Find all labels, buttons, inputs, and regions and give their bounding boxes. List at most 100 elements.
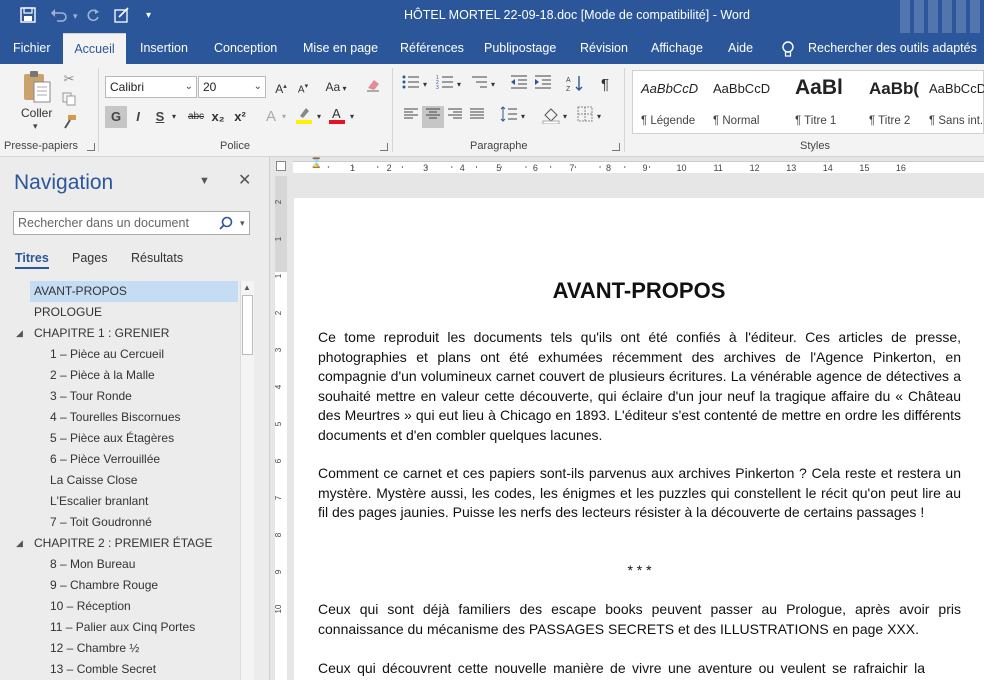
tab-pages[interactable]: Pages	[72, 251, 107, 265]
highlight-icon[interactable]	[293, 106, 315, 128]
clear-formatting-icon[interactable]	[362, 76, 384, 98]
borders-icon[interactable]	[574, 106, 596, 128]
numbering-icon[interactable]: 123	[434, 74, 456, 96]
heading-item[interactable]: AVANT-PROPOS	[30, 281, 238, 302]
heading-item[interactable]: La Caisse Close	[50, 470, 137, 491]
heading-item[interactable]: 7 – Toit Goudronné	[50, 512, 152, 533]
style-titre-1[interactable]: AaBl ¶ Titre 1	[787, 71, 857, 135]
tab-insertion[interactable]: Insertion	[140, 33, 188, 64]
copy-icon[interactable]	[58, 91, 80, 113]
heading-item[interactable]: 1 – Pièce au Cercueil	[50, 344, 164, 365]
text-effects-dropdown-icon[interactable]: ▾	[278, 106, 290, 128]
numbering-dropdown-icon[interactable]: ▾	[454, 74, 464, 96]
heading-item[interactable]: 10 – Réception	[50, 596, 131, 617]
line-spacing-icon[interactable]	[498, 106, 520, 128]
borders-dropdown-icon[interactable]: ▾	[594, 106, 604, 128]
scroll-thumb[interactable]	[242, 295, 253, 355]
tab-resultats[interactable]: Résultats	[131, 251, 183, 265]
heading-item[interactable]: 11 – Palier aux Cinq Portes	[50, 617, 195, 638]
bullets-dropdown-icon[interactable]: ▾	[420, 74, 430, 96]
align-left-icon[interactable]	[400, 106, 422, 128]
highlight-dropdown-icon[interactable]: ▾	[313, 106, 325, 128]
heading-item[interactable]: 6 – Pièce Verrouillée	[50, 449, 160, 470]
pane-options-icon[interactable]: ▼	[199, 175, 210, 187]
paragraph[interactable]: Comment ce carnet et ces papiers sont-il…	[318, 464, 961, 523]
style-normal[interactable]: AaBbCcD ¶ Normal	[705, 71, 791, 135]
bullets-icon[interactable]	[400, 74, 422, 96]
style-sans-interligne[interactable]: AaBbCcD ¶ Sans int...	[921, 71, 984, 135]
tab-references[interactable]: Références	[400, 33, 464, 64]
heading-item[interactable]: 5 – Pièce aux Étagères	[50, 428, 174, 449]
line-spacing-dropdown-icon[interactable]: ▾	[518, 106, 528, 128]
paragraph[interactable]: Ceux qui sont déjà familiers des escape …	[318, 600, 961, 639]
shrink-font-icon[interactable]: A▾	[292, 76, 314, 98]
heading-item[interactable]: PROLOGUE	[34, 302, 102, 323]
paragraph[interactable]: Ceux qui découvrent cette nouvelle maniè…	[318, 659, 961, 680]
heading-item[interactable]: L'Escalier branlant	[50, 491, 148, 512]
font-size-combo[interactable]: 20 ⌄	[198, 76, 266, 98]
tab-accueil[interactable]: Accueil	[63, 33, 126, 64]
superscript-button[interactable]: x²	[229, 106, 251, 128]
close-icon[interactable]: ✕	[238, 170, 251, 190]
heading-item[interactable]: 12 – Chambre ½	[50, 638, 139, 659]
indent-marker-icon[interactable]: ⌛	[310, 158, 322, 169]
paste-dropdown-icon[interactable]: ▾	[33, 121, 38, 132]
tab-aide[interactable]: Aide	[728, 33, 753, 64]
change-case-button[interactable]: Aa ▾	[322, 76, 350, 98]
paragraph-launcher-icon[interactable]	[612, 143, 620, 151]
tab-affichage[interactable]: Affichage	[651, 33, 703, 64]
cut-icon[interactable]: ✂	[58, 68, 80, 90]
search-input[interactable]: Rechercher dans un document ▾	[13, 211, 250, 235]
tab-selector-icon[interactable]	[276, 161, 286, 171]
format-painter-icon[interactable]	[58, 114, 80, 136]
horizontal-ruler[interactable]: 1 2 3 4 5 6 7 8 9 10 11 12 13 14 15 16 ⌛	[271, 157, 984, 176]
collapse-triangle-icon[interactable]: ◢	[16, 538, 23, 549]
justify-icon[interactable]	[466, 106, 488, 128]
font-color-dropdown-icon[interactable]: ▾	[346, 106, 358, 128]
bold-button[interactable]: G	[105, 106, 127, 128]
heading-item[interactable]: 4 – Tourelles Biscornues	[50, 407, 181, 428]
separator-stars[interactable]: * * *	[318, 561, 961, 581]
vertical-ruler[interactable]: 2 1 1 2 3 4 5 6 7 8 9 10	[271, 176, 289, 680]
strikethrough-button[interactable]: abc	[183, 106, 209, 128]
align-center-icon[interactable]	[422, 106, 444, 128]
italic-button[interactable]: I	[127, 106, 149, 128]
style-titre-2[interactable]: AaBb( ¶ Titre 2	[861, 71, 921, 135]
document-heading[interactable]: AVANT-PROPOS	[294, 278, 984, 304]
scrollbar[interactable]: ▲	[240, 281, 254, 680]
sort-icon[interactable]: AZ	[564, 74, 586, 96]
paragraph[interactable]: Ce tome reproduit les documents tels qu'…	[318, 328, 961, 445]
tab-fichier[interactable]: Fichier	[13, 33, 51, 64]
heading-item[interactable]: 9 – Chambre Rouge	[50, 575, 158, 596]
shading-icon[interactable]	[540, 106, 562, 128]
decrease-indent-icon[interactable]	[508, 74, 530, 96]
increase-indent-icon[interactable]	[532, 74, 554, 96]
underline-dropdown-icon[interactable]: ▾	[168, 106, 180, 128]
paste-button-label[interactable]: Coller	[21, 106, 52, 120]
collapse-triangle-icon[interactable]: ◢	[16, 328, 23, 339]
heading-item[interactable]: CHAPITRE 2 : PREMIER ÉTAGE	[34, 533, 212, 554]
align-right-icon[interactable]	[444, 106, 466, 128]
subscript-button[interactable]: x₂	[207, 106, 229, 128]
heading-item[interactable]: CHAPITRE 1 : GRENIER	[34, 323, 169, 344]
tab-conception[interactable]: Conception	[214, 33, 277, 64]
tab-mise-en-page[interactable]: Mise en page	[303, 33, 378, 64]
multilevel-dropdown-icon[interactable]: ▾	[488, 74, 498, 96]
clipboard-launcher-icon[interactable]	[87, 143, 95, 151]
tab-revision[interactable]: Révision	[580, 33, 628, 64]
heading-item[interactable]: 13 – Comble Secret	[50, 659, 156, 680]
heading-item[interactable]: 3 – Tour Ronde	[50, 386, 132, 407]
heading-item[interactable]: 8 – Mon Bureau	[50, 554, 135, 575]
grow-font-icon[interactable]: A▴	[270, 76, 292, 98]
tab-publipostage[interactable]: Publipostage	[484, 33, 556, 64]
heading-item[interactable]: 2 – Pièce à la Malle	[50, 365, 155, 386]
font-launcher-icon[interactable]	[380, 143, 388, 151]
paste-icon[interactable]	[22, 70, 54, 104]
document-page[interactable]: AVANT-PROPOS Ce tome reproduit les docum…	[294, 198, 984, 680]
multilevel-list-icon[interactable]	[468, 74, 490, 96]
font-name-combo[interactable]: Calibri ⌄	[105, 76, 197, 98]
tell-me-search[interactable]: Rechercher des outils adaptés	[808, 33, 977, 64]
font-color-icon[interactable]: A	[326, 106, 348, 128]
shading-dropdown-icon[interactable]: ▾	[560, 106, 570, 128]
show-marks-icon[interactable]: ¶	[594, 74, 616, 96]
